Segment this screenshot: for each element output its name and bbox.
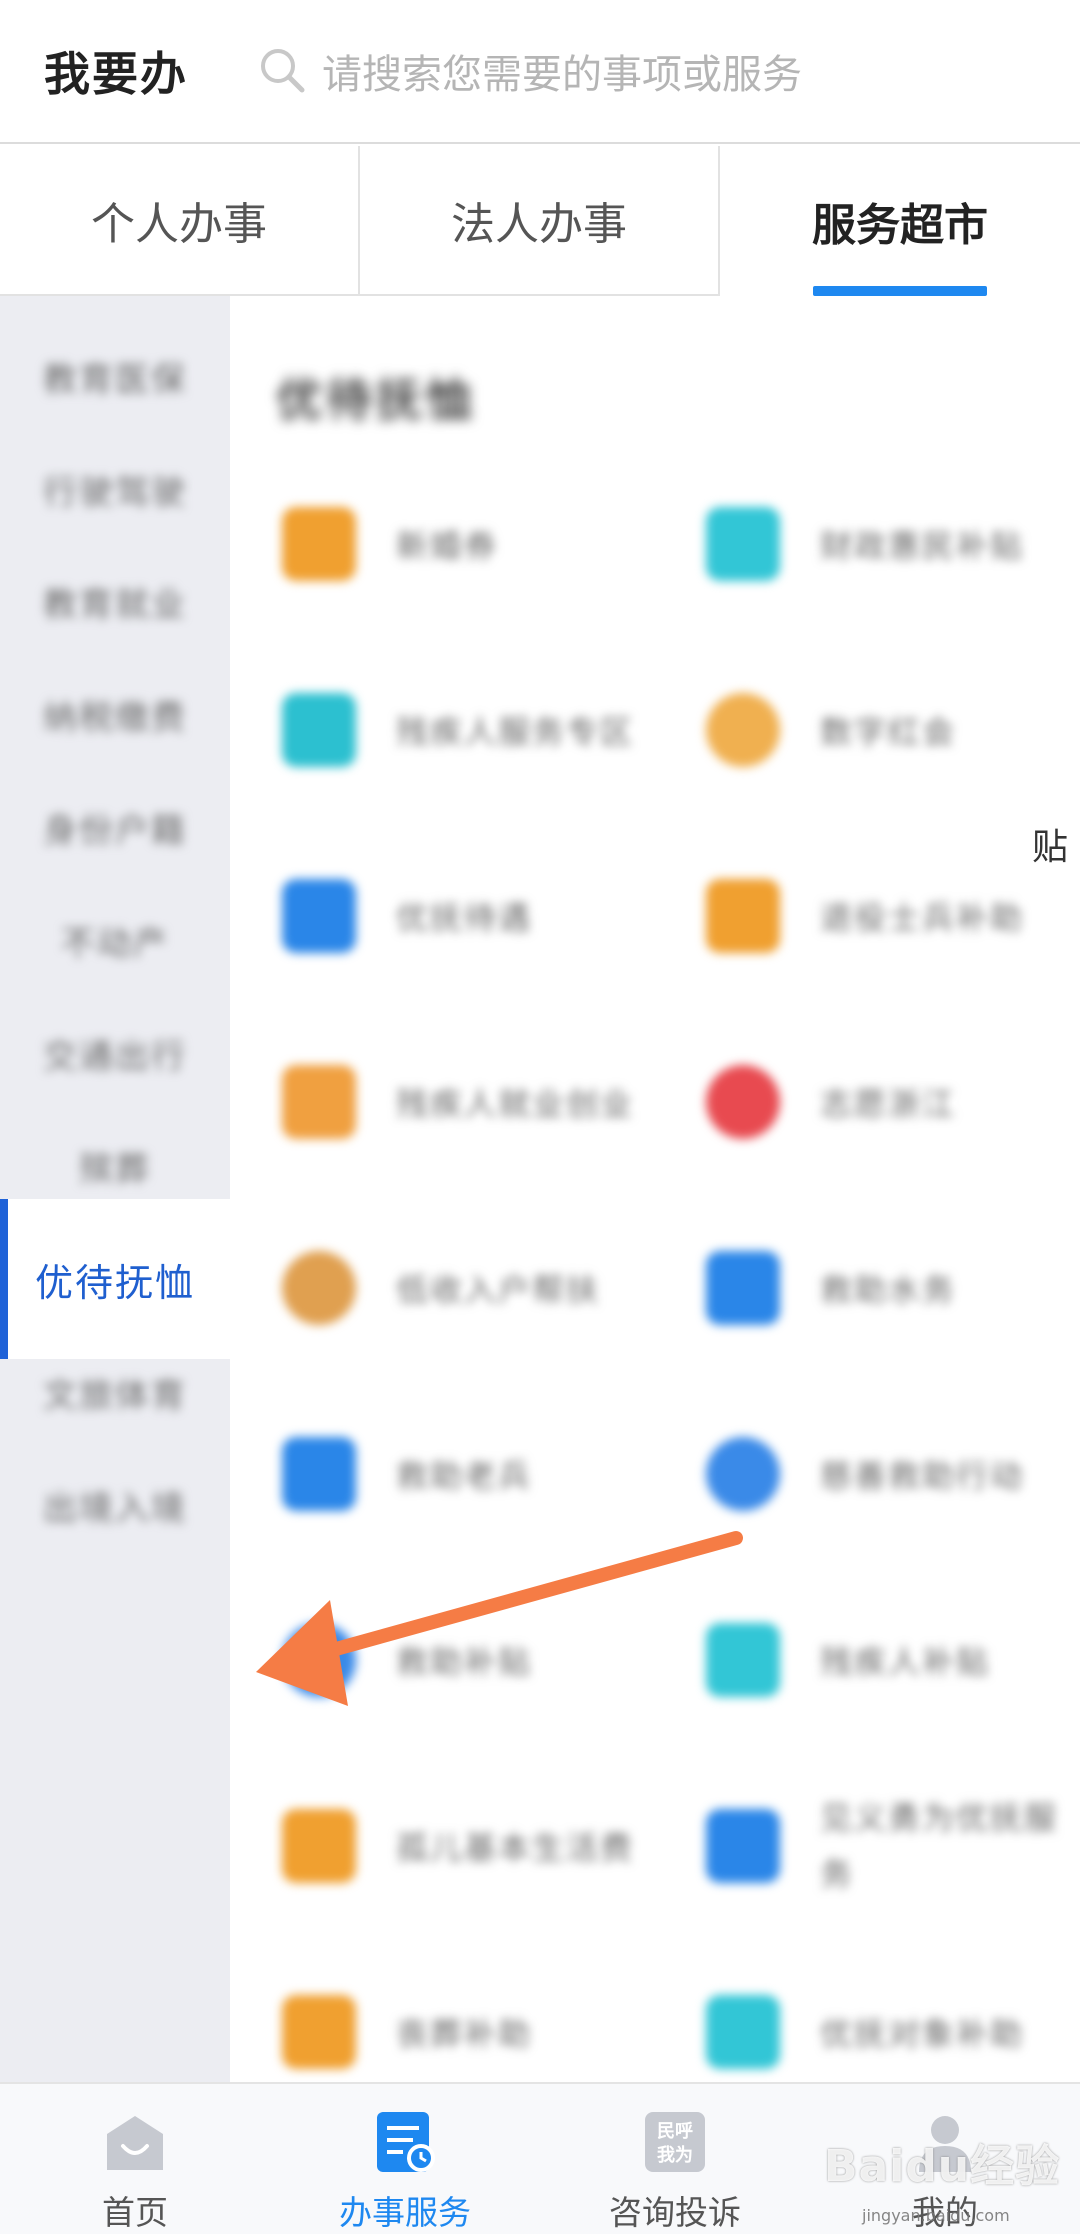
pin-icon: [706, 1065, 780, 1139]
service-label: 新婚券: [396, 527, 499, 565]
service-label: 慈善救助行动: [820, 1457, 1025, 1495]
service-label: 救助补贴: [396, 1643, 533, 1681]
service-item[interactable]: 救助老兵: [282, 1414, 702, 1534]
tab-bar: 个人办事 法人办事 服务超市: [0, 146, 1080, 296]
service-label: 残疾人就业创业: [396, 1085, 635, 1123]
category-sidebar: 教育医保 行驶驾驶 教育就业 纳税缴费 身份户籍 不动产 交通出行 殡葬 优待抚…: [0, 296, 230, 2082]
mail-icon: [282, 1065, 356, 1139]
sidebar-item-label: 教育医保: [43, 359, 187, 400]
certificate-icon: [282, 1809, 356, 1883]
svg-text:民呼: 民呼: [657, 2121, 693, 2142]
hands-icon: [282, 1437, 356, 1511]
content-area: 教育医保 行驶驾驶 教育就业 纳税缴费 身份户籍 不动产 交通出行 殡葬 优待抚…: [0, 296, 1080, 2082]
tab-corporate[interactable]: 法人办事: [360, 146, 720, 296]
nav-complaint[interactable]: 民呼 我为 咨询投诉: [540, 2084, 810, 2234]
tab-label: 法人办事: [451, 199, 627, 250]
service-label: 救助水务: [820, 1271, 957, 1309]
nav-label: 首页: [102, 2193, 168, 2232]
service-label: 救助老兵: [396, 1457, 533, 1495]
service-label: 孤儿基本生活费: [396, 1829, 635, 1867]
service-label: 财政惠民补贴: [820, 527, 1025, 565]
grid-icon: [706, 1623, 780, 1697]
bag-icon: [282, 1251, 356, 1325]
globe-icon: [706, 1437, 780, 1511]
sidebar-item[interactable]: 出境入境: [0, 1425, 230, 1585]
heart-icon: [706, 693, 780, 767]
tap-icon: [706, 1251, 780, 1325]
service-item[interactable]: 退役士兵补助: [706, 856, 1080, 976]
service-item[interactable]: 救助补贴: [282, 1600, 702, 1720]
sidebar-item-label: 教育就业: [43, 584, 187, 625]
sidebar-item-label: 交通出行: [43, 1036, 187, 1077]
grid-icon: [706, 1995, 780, 2069]
top-header: 我要办 请搜索您需要的事项或服务: [0, 0, 1080, 144]
complaint-icon: 民呼 我为: [645, 2112, 705, 2172]
sidebar-item-label: 纳税缴费: [43, 697, 187, 738]
nav-service[interactable]: 办事服务: [270, 2084, 540, 2234]
grid-icon: [706, 1809, 780, 1883]
sidebar-item-label: 身份户籍: [43, 810, 187, 851]
service-label: 优抚待遇: [396, 899, 533, 937]
nav-home[interactable]: 首页: [0, 2084, 270, 2234]
doc-icon: [282, 1623, 356, 1697]
nav-label: 咨询投诉: [609, 2193, 741, 2232]
certificate-icon: [282, 879, 356, 953]
tab-label: 个人办事: [91, 199, 267, 250]
home-icon: [107, 2116, 163, 2170]
sidebar-item-label: 不动产: [61, 923, 169, 964]
tab-personal[interactable]: 个人办事: [0, 146, 360, 296]
service-label: 退役士兵补助: [820, 899, 1025, 937]
watermark-sub: jingyan.baidu.com: [862, 2206, 1010, 2225]
sidebar-item-label: 出境入境: [43, 1488, 187, 1529]
service-label: 低收入户帮扶: [396, 1271, 601, 1309]
service-item[interactable]: 财政惠民补贴: [706, 484, 1080, 604]
watermark: Baidu经验: [824, 2141, 1061, 2192]
tab-service-market[interactable]: 服务超市: [720, 146, 1080, 296]
service-item[interactable]: 慈善救助行动: [706, 1414, 1080, 1534]
service-item[interactable]: 残疾人服务专区: [282, 670, 702, 790]
service-item[interactable]: 优抚对象补助: [706, 1972, 1080, 2092]
service-label: 数字红会: [820, 713, 957, 751]
service-item[interactable]: 见义勇为优抚服务: [706, 1786, 1080, 1906]
service-doc-icon: [377, 2112, 435, 2172]
sidebar-item-label: 行驶驾驶: [43, 472, 187, 513]
tab-label: 服务超市: [812, 200, 988, 251]
active-tab-indicator: [813, 286, 987, 296]
certificate-icon: [706, 879, 780, 953]
service-item[interactable]: 丧葬补助: [282, 1972, 702, 2092]
service-label: 见义勇为优抚服务: [820, 1799, 1059, 1893]
page-title: 我要办: [44, 47, 188, 101]
service-item[interactable]: 志愿浙江: [706, 1042, 1080, 1162]
search-icon[interactable]: [256, 44, 308, 96]
service-label: 残疾人服务专区: [396, 713, 635, 751]
service-item[interactable]: 救助水务: [706, 1228, 1080, 1348]
service-panel: 优待抚恤 贴 新婚券 财政惠民补贴 残疾人服务专区 数字红会 优抚待遇 退役士兵补助 残疾人…: [230, 296, 1080, 2082]
certificate-icon: [282, 1995, 356, 2069]
sidebar-item-label: 文旅体育: [43, 1375, 187, 1416]
wheelchair-icon: [282, 693, 356, 767]
svg-text:我为: 我为: [657, 2144, 693, 2166]
grid-icon: [706, 507, 780, 581]
service-item[interactable]: 优抚待遇: [282, 856, 702, 976]
nav-label: 办事服务: [339, 2193, 471, 2232]
sidebar-item-label: 优待抚恤: [34, 1260, 195, 1305]
service-item[interactable]: 残疾人补贴: [706, 1600, 1080, 1720]
service-item[interactable]: 孤儿基本生活费: [282, 1786, 702, 1906]
service-item[interactable]: 残疾人就业创业: [282, 1042, 702, 1162]
service-label: 志愿浙江: [820, 1085, 957, 1123]
service-item[interactable]: 数字红会: [706, 670, 1080, 790]
service-label: 残疾人补贴: [820, 1643, 991, 1681]
section-title: 优待抚恤: [276, 373, 476, 427]
service-label: 优抚对象补助: [820, 2015, 1025, 2053]
service-item[interactable]: 新婚券: [282, 484, 702, 604]
sidebar-item-label: 殡葬: [79, 1149, 151, 1190]
certificate-icon: [282, 507, 356, 581]
search-input[interactable]: 请搜索您需要的事项或服务: [322, 42, 802, 100]
service-label: 丧葬补助: [396, 2015, 533, 2053]
service-item[interactable]: 低收入户帮扶: [282, 1228, 702, 1348]
